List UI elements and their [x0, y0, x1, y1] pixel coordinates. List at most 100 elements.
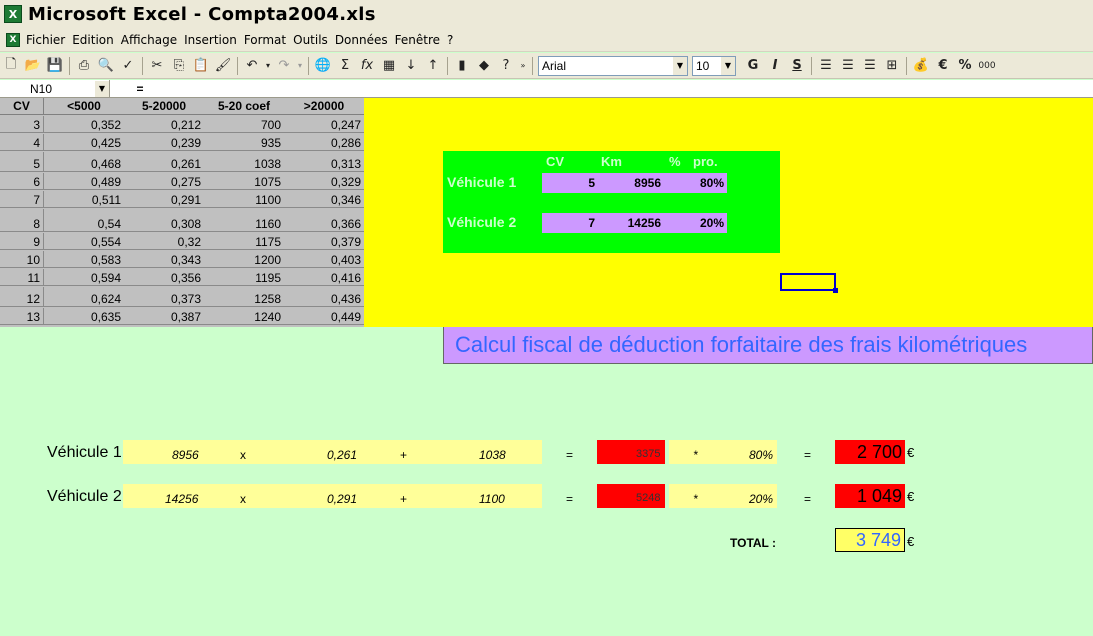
cell-over-20000[interactable]: 0,416: [284, 271, 364, 285]
cell-under-5000[interactable]: 0,594: [44, 271, 124, 285]
chart-wizard-icon[interactable]: ▮: [452, 56, 472, 76]
row-cv[interactable]: 3: [0, 116, 44, 132]
print-preview-icon[interactable]: 🔍: [96, 56, 116, 76]
cut-icon[interactable]: ✂: [147, 56, 167, 76]
thousands-button[interactable]: 000: [977, 56, 997, 76]
cell-under-5000[interactable]: 0,635: [44, 310, 124, 324]
spelling-icon[interactable]: ✓: [118, 56, 138, 76]
vehicle1-cv[interactable]: 5: [542, 176, 598, 190]
excel-icon[interactable]: X: [4, 5, 22, 23]
formula-equals[interactable]: =: [110, 82, 170, 96]
function-icon[interactable]: fx: [357, 56, 377, 76]
cell-over-20000[interactable]: 0,366: [284, 217, 364, 231]
font-name-select[interactable]: Arial ▼: [538, 55, 688, 76]
calc-row1-km[interactable]: 8956: [172, 448, 199, 462]
cell-over-20000[interactable]: 0,346: [284, 193, 364, 207]
row-cv[interactable]: 12: [0, 287, 44, 306]
cell-over-20000[interactable]: 0,313: [284, 157, 364, 171]
calc-row1-pct[interactable]: 80%: [749, 448, 773, 462]
autosum-icon[interactable]: Σ: [335, 56, 355, 76]
save-icon[interactable]: 💾: [45, 56, 65, 76]
percent-button[interactable]: %: [955, 56, 975, 76]
cell-5-20-coef[interactable]: 1038: [204, 157, 284, 171]
calc-row2-pct[interactable]: 20%: [749, 492, 773, 506]
copy-icon[interactable]: ⎘: [169, 56, 189, 76]
vehicle1-km[interactable]: 8956: [598, 176, 664, 190]
cell-5-20000[interactable]: 0,275: [124, 175, 204, 189]
vehicle2-km[interactable]: 14256: [598, 216, 664, 230]
cell-under-5000[interactable]: 0,554: [44, 235, 124, 249]
cell-under-5000[interactable]: 0,489: [44, 175, 124, 189]
cell-5-20-coef[interactable]: 700: [204, 118, 284, 132]
sort-descending-icon[interactable]: ↑: [423, 56, 443, 76]
open-folder-icon[interactable]: 📂: [23, 56, 43, 76]
cell-over-20000[interactable]: 0,247: [284, 118, 364, 132]
bold-button[interactable]: G: [743, 56, 763, 76]
menu-help[interactable]: ?: [447, 33, 453, 47]
cell-5-20-coef[interactable]: 1240: [204, 310, 284, 324]
chevron-down-icon[interactable]: ▼: [721, 56, 735, 75]
cell-5-20000[interactable]: 0,32: [124, 235, 204, 249]
menu-insertion[interactable]: Insertion: [184, 33, 237, 47]
cell-5-20-coef[interactable]: 1160: [204, 217, 284, 231]
font-size-select[interactable]: 10 ▼: [692, 55, 736, 76]
row-cv[interactable]: 11: [0, 269, 44, 285]
menu-format[interactable]: Format: [244, 33, 286, 47]
undo-dropdown-icon[interactable]: ▾: [264, 56, 272, 76]
row-cv[interactable]: 8: [0, 209, 44, 231]
cell-under-5000[interactable]: 0,624: [44, 292, 124, 306]
row-cv[interactable]: 5: [0, 152, 44, 171]
cell-under-5000[interactable]: 0,583: [44, 253, 124, 267]
menu-outils[interactable]: Outils: [293, 33, 328, 47]
cell-under-5000[interactable]: 0,425: [44, 136, 124, 150]
menu-fichier[interactable]: Fichier: [26, 33, 65, 47]
redo-dropdown-icon[interactable]: ▾: [296, 56, 304, 76]
format-painter-icon[interactable]: 🖌: [213, 56, 233, 76]
vehicle2-row[interactable]: 7 14256 20%: [542, 213, 727, 233]
chevron-down-icon[interactable]: ▼: [95, 80, 109, 97]
currency-icon[interactable]: 💰: [911, 56, 931, 76]
menu-fenetre[interactable]: Fenêtre: [395, 33, 440, 47]
cell-under-5000[interactable]: 0,352: [44, 118, 124, 132]
cell-5-20000[interactable]: 0,343: [124, 253, 204, 267]
paste-icon[interactable]: 📋: [191, 56, 211, 76]
align-right-icon[interactable]: ☰: [860, 56, 880, 76]
cell-over-20000[interactable]: 0,403: [284, 253, 364, 267]
help-icon[interactable]: ?: [496, 56, 516, 76]
cell-5-20-coef[interactable]: 1200: [204, 253, 284, 267]
formula-input[interactable]: [170, 80, 1093, 97]
toolbar-options-icon[interactable]: »: [518, 56, 528, 76]
calc-row2-km[interactable]: 14256: [165, 492, 198, 506]
cell-5-20000[interactable]: 0,373: [124, 292, 204, 306]
workbook-icon[interactable]: X: [6, 32, 20, 47]
row-cv[interactable]: 7: [0, 191, 44, 207]
drawing-icon[interactable]: ◆: [474, 56, 494, 76]
cell-5-20-coef[interactable]: 1195: [204, 271, 284, 285]
sort-icon[interactable]: ▦: [379, 56, 399, 76]
menu-affichage[interactable]: Affichage: [121, 33, 177, 47]
calc-row2-coef[interactable]: 0,291: [327, 492, 357, 506]
vehicle1-pct[interactable]: 80%: [664, 176, 727, 190]
cell-over-20000[interactable]: 0,449: [284, 310, 364, 324]
cell-5-20000[interactable]: 0,291: [124, 193, 204, 207]
cell-5-20-coef[interactable]: 935: [204, 136, 284, 150]
cell-under-5000[interactable]: 0,511: [44, 193, 124, 207]
euro-button[interactable]: €: [933, 56, 953, 76]
selected-cell[interactable]: [780, 273, 838, 293]
calc-row1-result[interactable]: 2 700: [835, 440, 905, 464]
calc-row1-coef[interactable]: 0,261: [327, 448, 357, 462]
row-cv[interactable]: 10: [0, 251, 44, 267]
cell-over-20000[interactable]: 0,286: [284, 136, 364, 150]
worksheet[interactable]: CV <5000 5-20000 5-20 coef >20000 3 0,352…: [0, 98, 1093, 636]
row-cv[interactable]: 13: [0, 308, 44, 324]
row-cv[interactable]: 6: [0, 173, 44, 189]
hyperlink-icon[interactable]: 🌐: [313, 56, 333, 76]
cell-5-20000[interactable]: 0,356: [124, 271, 204, 285]
new-document-icon[interactable]: 🗋: [1, 56, 21, 76]
print-icon[interactable]: ⎙: [74, 56, 94, 76]
cell-5-20-coef[interactable]: 1258: [204, 292, 284, 306]
italic-button[interactable]: I: [765, 56, 785, 76]
cell-over-20000[interactable]: 0,436: [284, 292, 364, 306]
align-center-icon[interactable]: ☰: [838, 56, 858, 76]
cell-5-20-coef[interactable]: 1075: [204, 175, 284, 189]
